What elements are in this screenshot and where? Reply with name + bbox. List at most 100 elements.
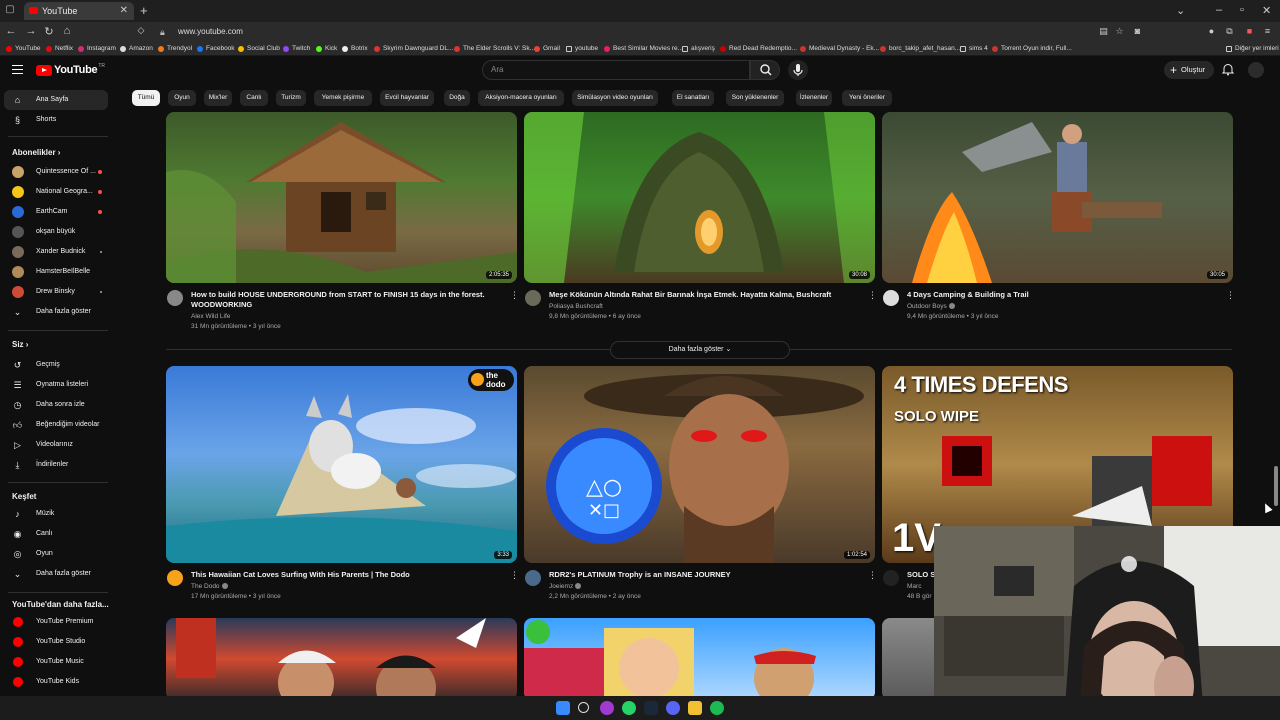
video-thumbnail[interactable]	[882, 618, 942, 700]
bookmark-item[interactable]: Torrent Oyun indir, Full...	[992, 43, 1072, 55]
chip[interactable]: El sanatları	[672, 90, 714, 106]
bookmark-item[interactable]: Facebook	[197, 43, 235, 55]
channel-name[interactable]: Poliasya Bushcraft	[549, 303, 603, 310]
subscription-item[interactable]: Drew Binsky	[4, 282, 108, 302]
bookmark-item[interactable]: Netflix	[46, 43, 73, 55]
bookmark-folder[interactable]: alışveriş	[682, 43, 715, 55]
video-title[interactable]: This Hawaiian Cat Loves Surfing With His…	[191, 570, 506, 580]
more-options-icon[interactable]: ⋮	[510, 570, 519, 581]
bookmark-item[interactable]: YouTube	[6, 43, 41, 55]
bookmark-item[interactable]: Medieval Dynasty - Ek...	[800, 43, 879, 55]
chip[interactable]: İzlenenler	[796, 90, 832, 106]
video-thumbnail[interactable]: 2:05:35	[166, 112, 517, 283]
channel-avatar[interactable]	[525, 290, 541, 306]
notifications-bell-icon[interactable]	[1222, 63, 1234, 76]
video-thumbnail[interactable]: 30:05	[882, 112, 1233, 283]
sidebar-item-youtube-kids[interactable]: YouTube Kids	[4, 672, 108, 692]
chip[interactable]: Oyun	[168, 90, 196, 106]
browser-tab-youtube[interactable]: YouTube ✕	[24, 2, 134, 20]
show-more-subscriptions[interactable]: ⌄ Daha fazla göster	[4, 302, 108, 322]
bookmark-folder[interactable]: sims 4	[960, 43, 988, 55]
channel-name[interactable]: Alex Wild Life	[191, 313, 230, 320]
extensions-icon[interactable]: ⧉	[1224, 26, 1235, 37]
channel-name[interactable]: Outdoor Boys	[907, 303, 955, 310]
chip[interactable]: Aksiyon-macera oyunları	[478, 90, 564, 106]
sidebar-item-your-videos[interactable]: ▷ Videolarınız	[4, 435, 108, 455]
search-button[interactable]	[750, 60, 780, 80]
page-scrollbar[interactable]	[1274, 466, 1278, 506]
subscription-item[interactable]: Xander Budnick	[4, 242, 108, 262]
video-title[interactable]: 4 Days Camping & Building a Trail	[907, 290, 1222, 300]
browser-app-icon[interactable]	[600, 701, 614, 715]
tab-list-icon[interactable]: ⌄	[1176, 4, 1185, 17]
reload-icon[interactable]: ↻	[42, 25, 56, 38]
video-thumbnail[interactable]: △○ ✕□ 1:02:54	[524, 366, 875, 563]
subscription-item[interactable]: HamsterBeIlBelle	[4, 262, 108, 282]
channel-avatar[interactable]	[167, 290, 183, 306]
bookmark-folder[interactable]: youtube	[566, 43, 598, 55]
channel-avatar[interactable]	[167, 570, 183, 586]
voice-search-button[interactable]	[788, 60, 808, 80]
account-avatar[interactable]	[1248, 62, 1264, 78]
create-button[interactable]: + Oluştur	[1164, 61, 1214, 79]
video-title[interactable]: RDR2's PLATINUM Trophy is an INSANE JOUR…	[549, 570, 864, 580]
bookmark-item[interactable]: Amazon	[120, 43, 153, 55]
sidebar-item-home[interactable]: ⌂ Ana Sayfa	[4, 90, 108, 110]
window-menu-icon[interactable]: ▢	[4, 4, 16, 16]
video-title[interactable]: Meşe Kökünün Altında Rahat Bir Barınak İ…	[549, 290, 864, 300]
youtube-logo[interactable]: YouTube TR	[36, 63, 105, 76]
bookmark-star-icon[interactable]: ☆	[1114, 26, 1125, 37]
chip[interactable]: Evcil hayvanlar	[380, 90, 434, 106]
channel-name[interactable]: Joeiemz	[549, 583, 582, 590]
home-icon[interactable]: ⌂	[60, 25, 74, 37]
maximize-icon[interactable]: ▫	[1240, 4, 1244, 16]
bookmark-item[interactable]: borc_takip_afet_hasan...	[880, 43, 960, 55]
new-tab-icon[interactable]: +	[140, 3, 148, 18]
minimize-icon[interactable]: –	[1216, 4, 1222, 16]
subscription-item[interactable]: Quintessence Of ...	[4, 162, 108, 182]
sidebar-item-watch-later[interactable]: ◷ Daha sonra izle	[4, 395, 108, 415]
sidebar-item-liked-videos[interactable]: 👍︎ Beğendiğim videolar	[4, 415, 108, 435]
bookmark-item[interactable]: Kick	[316, 43, 337, 55]
more-options-icon[interactable]: ⋮	[868, 290, 877, 301]
bookmark-item[interactable]: Twitch	[283, 43, 310, 55]
spotify-app-icon[interactable]	[710, 701, 724, 715]
subscription-item[interactable]: okşan büyük	[4, 222, 108, 242]
bookmark-item[interactable]: Red Dead Redemptio...	[720, 43, 797, 55]
you-heading[interactable]: Siz ›	[12, 340, 28, 349]
sidebar-item-playlists[interactable]: ☰ Oynatma listeleri	[4, 375, 108, 395]
steam-app-icon[interactable]	[644, 701, 658, 715]
more-options-icon[interactable]: ⋮	[1226, 290, 1235, 301]
chip[interactable]: Canlı	[240, 90, 268, 106]
sidebar-item-shorts[interactable]: § Shorts	[4, 110, 108, 130]
subscription-item[interactable]: National Geogra...	[4, 182, 108, 202]
shield-icon[interactable]: ◇	[134, 25, 148, 36]
url-field[interactable]: 🔒︎ www.youtube.com	[160, 24, 1090, 40]
video-thumbnail[interactable]: the dodo 3:33	[166, 366, 517, 563]
close-tab-icon[interactable]: ✕	[120, 2, 128, 20]
channel-avatar[interactable]	[883, 570, 899, 586]
video-thumbnail[interactable]	[166, 618, 517, 700]
sidebar-item-gaming[interactable]: ◎ Oyun	[4, 544, 108, 564]
channel-avatar[interactable]	[525, 570, 541, 586]
chip[interactable]: Turizm	[276, 90, 306, 106]
reader-mode-icon[interactable]: ▤	[1098, 26, 1109, 37]
sidebar-item-youtube-music[interactable]: YouTube Music	[4, 652, 108, 672]
menu-icon[interactable]	[12, 65, 23, 74]
show-more-videos-button[interactable]: Daha fazla göster ⌄	[610, 341, 790, 359]
chip[interactable]: Yeni öneriler	[842, 90, 892, 106]
browser-menu-icon[interactable]: ≡	[1262, 26, 1273, 37]
bookmark-item[interactable]: Best Similar Movies re...	[604, 43, 683, 55]
more-options-icon[interactable]: ⋮	[868, 570, 877, 581]
camera-icon[interactable]: ◙	[1132, 26, 1143, 37]
back-icon[interactable]: ←	[4, 25, 18, 37]
bookmark-item[interactable]: The Elder Scrolls V: Sk...	[454, 43, 535, 55]
chip-all[interactable]: Tümü	[132, 90, 160, 106]
bookmark-item[interactable]: Gmail	[534, 43, 560, 55]
forward-icon[interactable]: →	[24, 25, 38, 37]
bookmark-item[interactable]: Social Club	[238, 43, 280, 55]
channel-name[interactable]: Marc	[907, 583, 921, 590]
search-input[interactable]: Ara	[482, 60, 750, 80]
bookmark-item[interactable]: Instagram	[78, 43, 116, 55]
discord-app-icon[interactable]	[666, 701, 680, 715]
